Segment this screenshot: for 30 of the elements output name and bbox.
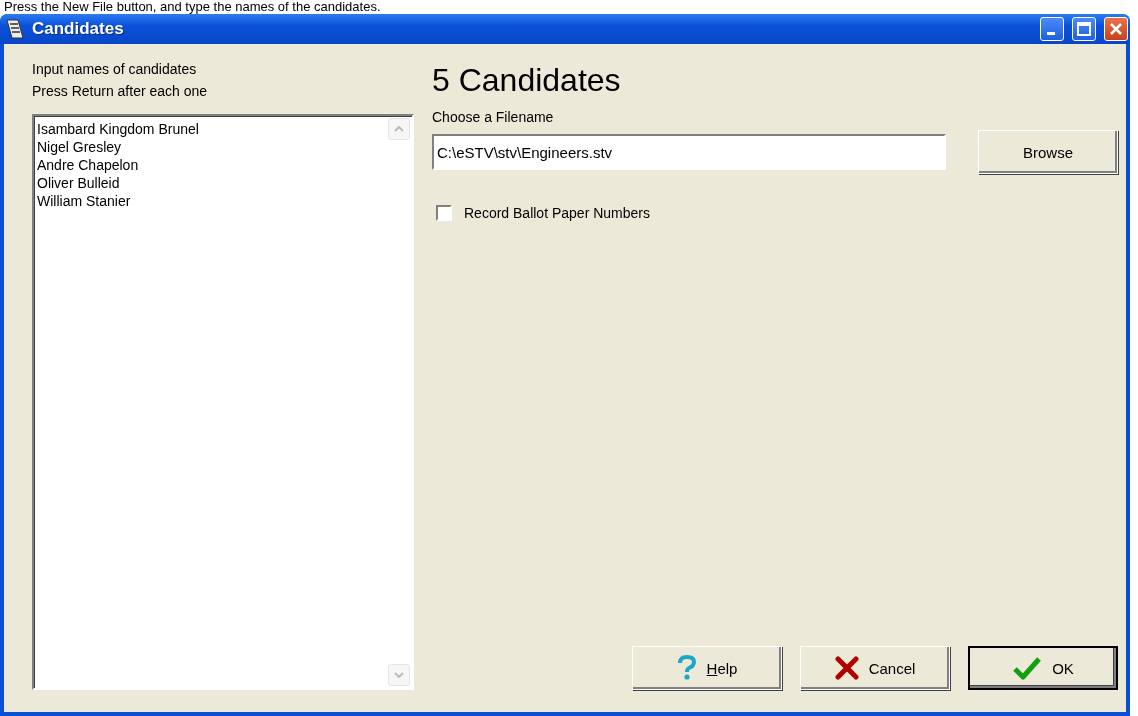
- cross-icon: [834, 656, 859, 680]
- filename-field[interactable]: C:\eSTV\stv\Engineers.stv: [432, 134, 946, 170]
- chevron-up-icon: [394, 126, 404, 132]
- candidate-line: William Stanier: [37, 192, 132, 210]
- browse-button[interactable]: Browse: [978, 130, 1118, 174]
- window-title: Candidates: [32, 19, 125, 39]
- close-button[interactable]: [1104, 17, 1128, 41]
- minimize-button[interactable]: [1040, 17, 1064, 41]
- maximize-button[interactable]: [1072, 17, 1096, 41]
- instruction-text: Input names of candidates: [32, 60, 198, 79]
- candidate-line: Andre Chapelon: [37, 156, 140, 174]
- checkbox[interactable]: [436, 205, 452, 221]
- minimize-icon: [1046, 31, 1055, 35]
- maximize-icon: [1077, 22, 1091, 36]
- candidate-line: Oliver Bulleid: [37, 174, 121, 192]
- candidate-line: Nigel Gresley: [37, 138, 123, 156]
- instruction-text: Press Return after each one: [32, 82, 209, 101]
- filename-label: Choose a Filename: [432, 108, 555, 127]
- caption-text: Press the New File button, and type the names of the candidates.: [3, 0, 382, 14]
- help-button[interactable]: Help: [632, 646, 782, 690]
- ok-button[interactable]: OK: [968, 646, 1118, 690]
- candidate-line: Isambard Kingdom Brunel: [37, 120, 200, 138]
- help-icon: [676, 655, 697, 681]
- check-icon: [1012, 655, 1043, 681]
- close-icon: [1109, 22, 1123, 36]
- document-icon: [6, 19, 24, 39]
- chevron-down-icon: [394, 672, 404, 678]
- checkbox-label: Record Ballot Paper Numbers: [464, 204, 650, 223]
- cancel-button[interactable]: Cancel: [800, 646, 950, 690]
- candidate-count-heading: 5 Candidates: [432, 62, 622, 98]
